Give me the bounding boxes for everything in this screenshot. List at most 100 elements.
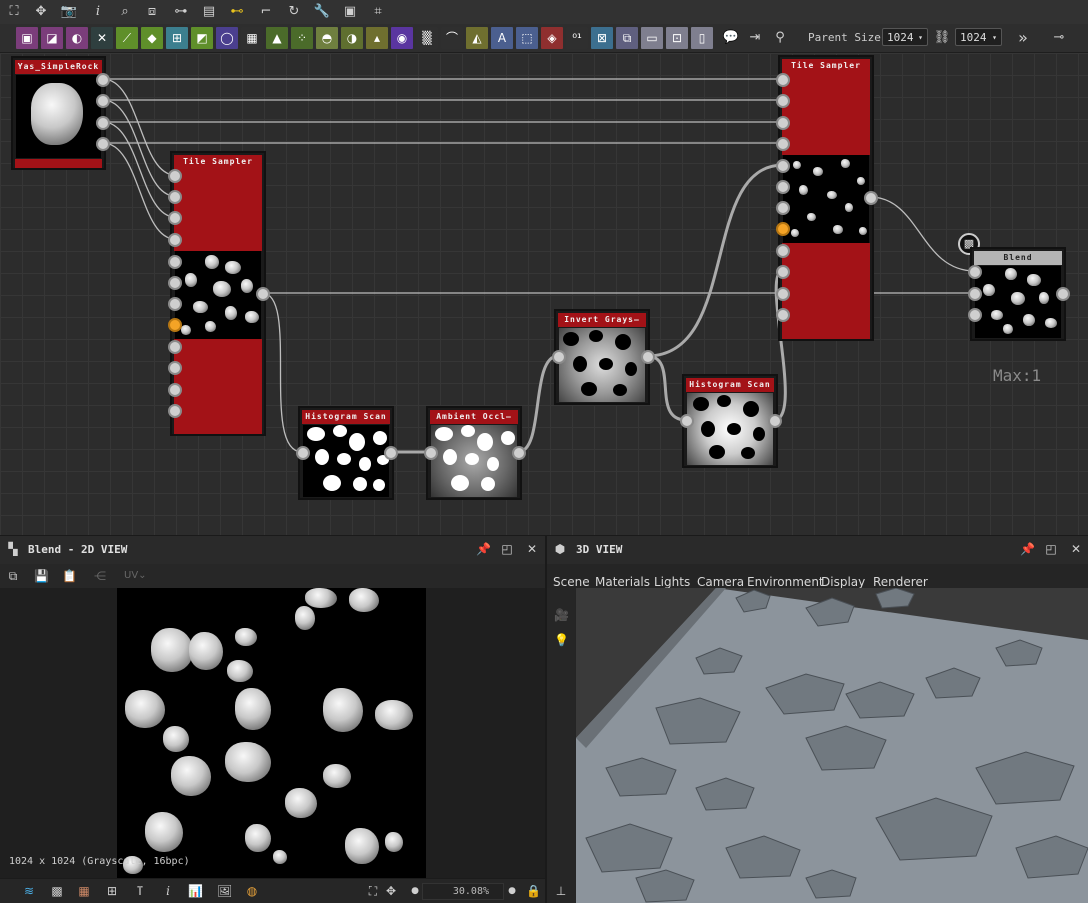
clipboard-icon[interactable]: 📋 bbox=[62, 569, 77, 583]
pin-icon[interactable]: 📌 bbox=[476, 542, 491, 556]
input-port-active[interactable] bbox=[168, 318, 182, 332]
menu-renderer[interactable]: Renderer bbox=[873, 575, 928, 589]
camera-icon[interactable]: 📷 bbox=[60, 3, 78, 21]
node-ambient-occlusion[interactable]: Ambient Occl— bbox=[426, 406, 522, 500]
link-icon[interactable]: ⊷ bbox=[228, 3, 246, 21]
menu-display[interactable]: Display bbox=[821, 575, 865, 589]
fit-view-icon[interactable]: ⛶ bbox=[366, 884, 380, 898]
crop-icon[interactable]: ⌗ bbox=[369, 3, 387, 21]
input-port-active[interactable] bbox=[776, 222, 790, 236]
text-button[interactable]: A bbox=[491, 27, 513, 49]
input-port[interactable] bbox=[776, 244, 790, 258]
input-port[interactable] bbox=[168, 255, 182, 269]
uv-dropdown[interactable]: UV⌄ bbox=[124, 570, 147, 581]
output-port[interactable] bbox=[96, 73, 110, 87]
output-port[interactable] bbox=[96, 116, 110, 130]
input-port[interactable] bbox=[968, 265, 982, 279]
checker-bg-icon[interactable]: ▩ bbox=[50, 884, 64, 898]
output-port[interactable] bbox=[641, 350, 655, 364]
shape-button[interactable]: ◆ bbox=[141, 27, 163, 49]
link-ratio-icon[interactable]: ⛓ bbox=[933, 29, 951, 47]
output-port[interactable] bbox=[96, 94, 110, 108]
layers-icon[interactable]: ≋ bbox=[22, 884, 36, 898]
paint-button[interactable]: ◈ bbox=[541, 27, 563, 49]
viewport-2d[interactable]: 1024 x 1024 (Grayscale, 16bpc) bbox=[0, 588, 545, 878]
output-port[interactable] bbox=[768, 414, 782, 428]
node-invert-grayscale[interactable]: Invert Grays— bbox=[554, 309, 650, 405]
input-port[interactable] bbox=[776, 201, 790, 215]
transform-button[interactable]: ⬚ bbox=[516, 27, 538, 49]
input-port[interactable] bbox=[168, 169, 182, 183]
input-port[interactable] bbox=[776, 73, 790, 87]
output-port[interactable] bbox=[512, 446, 526, 460]
normal-button[interactable]: ⊠ bbox=[591, 27, 613, 49]
input-port[interactable] bbox=[168, 383, 182, 397]
tiling-icon[interactable]: ⴶ bbox=[133, 884, 147, 898]
input-port[interactable] bbox=[776, 265, 790, 279]
histogram-button[interactable]: ▴ bbox=[366, 27, 388, 49]
info-icon[interactable]: i bbox=[89, 3, 107, 21]
input-port[interactable] bbox=[776, 287, 790, 301]
input-port[interactable] bbox=[168, 276, 182, 290]
parent-size-select[interactable]: 1024 ▾ bbox=[882, 28, 928, 46]
input-port[interactable] bbox=[776, 137, 790, 151]
zoom-in-icon[interactable]: ● bbox=[505, 884, 519, 898]
output-port[interactable] bbox=[864, 191, 878, 205]
dither-button[interactable]: ▒ bbox=[416, 27, 438, 49]
bridge-button[interactable]: ⌒ bbox=[441, 27, 463, 49]
maximize-icon[interactable]: ◰ bbox=[500, 542, 514, 556]
node-blend[interactable]: Blend bbox=[970, 247, 1066, 341]
expand-icon[interactable]: » bbox=[1014, 29, 1032, 47]
move-icon[interactable]: ✥ bbox=[32, 3, 50, 21]
lock-icon[interactable]: 🔒 bbox=[526, 884, 541, 898]
node-histogram-scan-2[interactable]: Histogram Scan bbox=[682, 374, 778, 468]
input-port[interactable] bbox=[296, 446, 310, 460]
frame-icon[interactable]: ⛶ bbox=[5, 3, 23, 21]
gradient-button[interactable]: ◩ bbox=[191, 27, 213, 49]
input-port[interactable] bbox=[168, 190, 182, 204]
snapshot-icon[interactable]: ▣ bbox=[341, 3, 359, 21]
menu-lights[interactable]: Lights bbox=[654, 575, 690, 589]
bitmap-node-button[interactable]: ▣ bbox=[16, 27, 38, 49]
input-port[interactable] bbox=[968, 308, 982, 322]
axis-icon[interactable]: ⊥ bbox=[554, 884, 568, 898]
node-graph[interactable]: Yas_SimpleRock Tile Sampler Histogram Sc… bbox=[0, 53, 1088, 535]
comment-icon[interactable]: 💬 bbox=[722, 29, 740, 47]
output-port[interactable] bbox=[384, 446, 398, 460]
info-icon[interactable]: i bbox=[161, 884, 175, 898]
menu-scene[interactable]: Scene bbox=[553, 575, 590, 589]
output-port[interactable] bbox=[256, 287, 270, 301]
tile-button[interactable]: ▦ bbox=[241, 27, 263, 49]
histogram-icon[interactable]: 📊 bbox=[188, 884, 203, 898]
export-icon[interactable]: ⇥ bbox=[746, 29, 764, 47]
node-tile-sampler-1[interactable]: Tile Sampler bbox=[170, 151, 266, 436]
curve-button[interactable]: ⟋ bbox=[116, 27, 138, 49]
layout-icon[interactable]: ▤ bbox=[200, 3, 218, 21]
color-picker-icon[interactable]: 🖼 bbox=[217, 884, 232, 898]
node-histogram-scan-1[interactable]: Histogram Scan bbox=[298, 406, 394, 500]
copy-view-icon[interactable]: ⧉ bbox=[6, 569, 20, 583]
output-size-select[interactable]: 1024 ▾ bbox=[955, 28, 1002, 46]
move-icon[interactable]: ✥ bbox=[384, 884, 398, 898]
history-icon[interactable]: ↻ bbox=[285, 3, 303, 21]
close-icon[interactable]: ✕ bbox=[525, 542, 539, 556]
warp-button[interactable]: ✕ bbox=[91, 27, 113, 49]
hierarchy-icon[interactable]: ⊶ bbox=[172, 3, 190, 21]
graph-button[interactable]: ⊡ bbox=[666, 27, 688, 49]
input-port[interactable] bbox=[968, 287, 982, 301]
output-port[interactable] bbox=[96, 137, 110, 151]
save-icon[interactable]: 💾 bbox=[34, 569, 49, 583]
close-icon[interactable]: ✕ bbox=[1069, 542, 1083, 556]
pin-icon[interactable]: ⚲ bbox=[771, 29, 789, 47]
input-port[interactable] bbox=[680, 414, 694, 428]
search-icon[interactable]: ⌕ bbox=[116, 3, 134, 21]
scatter-button[interactable]: ⁘ bbox=[291, 27, 313, 49]
gradient-map-button[interactable]: ◐ bbox=[66, 27, 88, 49]
viewport-3d[interactable] bbox=[576, 588, 1088, 903]
input-port[interactable] bbox=[168, 361, 182, 375]
input-port[interactable] bbox=[168, 340, 182, 354]
input-port[interactable] bbox=[552, 350, 566, 364]
menu-environment[interactable]: Environment bbox=[747, 575, 824, 589]
input-port[interactable] bbox=[776, 180, 790, 194]
grid-icon[interactable]: ⊞ bbox=[105, 884, 119, 898]
